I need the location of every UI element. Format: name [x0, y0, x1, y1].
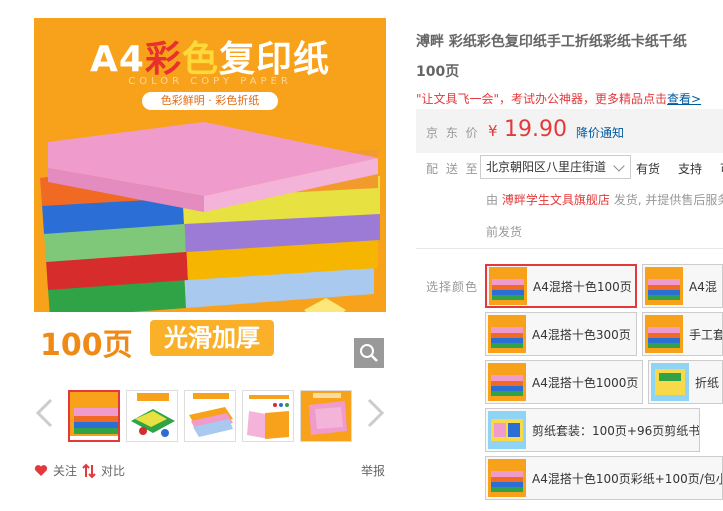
- option-a4-mix[interactable]: A4混: [642, 264, 723, 308]
- thumbnail-5[interactable]: [300, 390, 352, 442]
- option-label: 折纸: [695, 375, 720, 390]
- compare-label: 对比: [101, 464, 126, 478]
- option-origami[interactable]: 折纸: [648, 360, 723, 404]
- option-thumb-image: [489, 267, 527, 305]
- zoom-button[interactable]: [354, 338, 384, 368]
- option-handcraft-set[interactable]: 手工套: [642, 312, 723, 356]
- thumbs-prev-button[interactable]: [34, 398, 56, 428]
- chevron-right-icon: [367, 398, 385, 428]
- ship-note: 前发货: [486, 225, 523, 239]
- thumbnail-1[interactable]: [68, 390, 120, 442]
- address-select[interactable]: 北京朝阳区八里庄街道: [480, 155, 631, 179]
- thumbnail-1-image: [70, 392, 118, 440]
- product-title: 溥畔 彩纸彩色复印纸手工折纸彩纸卡纸千纸: [416, 34, 687, 50]
- stock-status: 有货支持可配: [636, 160, 723, 177]
- chevron-left-icon: [35, 398, 53, 428]
- price-value: 19.90: [504, 117, 567, 142]
- option-thumb-image: [488, 459, 526, 497]
- seller-suffix: 发货, 并提供售后服务: [613, 193, 723, 207]
- option-thumb-image: [488, 411, 526, 449]
- feature-text: 光滑加厚: [150, 320, 274, 356]
- option-a4-100-plus-cards[interactable]: A4混搭十色100页彩纸+100页/包小卡: [485, 456, 723, 500]
- address-value: 北京朝阳区八里庄街道: [486, 160, 607, 174]
- thumbnail-4[interactable]: [242, 390, 294, 442]
- seller-prefix: 由: [486, 193, 499, 207]
- thumbnail-3-image: [185, 391, 235, 441]
- price-label: 京 东 价: [426, 126, 480, 140]
- chevron-down-icon: [613, 160, 625, 172]
- price-box: 京 东 价 ¥ 19.90 降价通知: [416, 109, 723, 153]
- promo-text: "让文具飞一会"，考试办公神器，更多精品点击: [416, 92, 668, 106]
- stock-label: 有货: [636, 162, 661, 176]
- shop-link[interactable]: 溥畔学生文具旗舰店: [502, 193, 610, 207]
- section-divider: [416, 248, 723, 249]
- option-thumb-image: [645, 315, 683, 353]
- report-label: 举报: [361, 464, 386, 478]
- option-label: A4混搭十色300页: [532, 327, 631, 342]
- thumbnail-4-image: [243, 391, 293, 441]
- image-bottom-band: 100页 光滑加厚: [34, 312, 386, 370]
- option-label: 剪纸套装：100页+96页剪纸书: [532, 423, 700, 438]
- follow-button[interactable]: 关注: [34, 462, 77, 479]
- option-paper-cut-set[interactable]: 剪纸套装：100页+96页剪纸书: [485, 408, 700, 452]
- promo-view-link[interactable]: 查看>: [667, 92, 701, 106]
- heart-icon: [34, 465, 48, 476]
- option-thumb-image: [488, 315, 526, 353]
- option-a4-mix-100[interactable]: A4混搭十色100页: [485, 264, 637, 308]
- thumbs-next-button[interactable]: [364, 398, 386, 428]
- price-notify-link[interactable]: 降价通知: [576, 124, 624, 141]
- option-a4-mix-1000[interactable]: A4混搭十色1000页: [485, 360, 643, 404]
- gallery-actions: 关注 对比 举报: [34, 462, 386, 482]
- thumbnail-2-image: [127, 391, 177, 441]
- thumbnail-strip: [34, 388, 386, 444]
- compare-button[interactable]: 对比: [82, 462, 125, 479]
- seller-line: 由 溥畔学生文具旗舰店 发货, 并提供售后服务: [486, 191, 723, 208]
- option-label: A4混搭十色100页彩纸+100页/包小卡: [532, 471, 723, 486]
- thumbnail-3[interactable]: [184, 390, 236, 442]
- count-text: 100页: [40, 328, 133, 363]
- option-label: 手工套: [689, 327, 723, 342]
- deliver-label: 配 送 至: [426, 162, 480, 176]
- promo-line: "让文具飞一会"，考试办公神器，更多精品点击查看>: [416, 90, 701, 107]
- option-a4-mix-300[interactable]: A4混搭十色300页: [485, 312, 637, 356]
- option-label: A4混: [689, 279, 717, 294]
- color-label: 选择颜色: [426, 280, 479, 294]
- product-title-line2: 100页: [416, 64, 460, 80]
- thumbnail-2[interactable]: [126, 390, 178, 442]
- option-thumb-image: [488, 363, 526, 401]
- compare-icon: [82, 463, 96, 478]
- magnifier-icon: [360, 344, 378, 362]
- option-thumb-image: [651, 363, 689, 401]
- price-currency: ¥: [488, 122, 498, 140]
- follow-label: 关注: [53, 464, 78, 478]
- report-link[interactable]: 举报: [361, 462, 385, 479]
- main-product-image[interactable]: A4彩色复印纸 COLOR COPY PAPER 色彩鲜明 · 彩色折纸 100…: [34, 18, 386, 370]
- option-label: A4混搭十色100页: [533, 279, 632, 294]
- option-thumb-image: [645, 267, 683, 305]
- option-label: A4混搭十色1000页: [532, 375, 639, 390]
- thumbnail-5-image: [301, 391, 351, 441]
- support-label: 支持: [678, 162, 703, 176]
